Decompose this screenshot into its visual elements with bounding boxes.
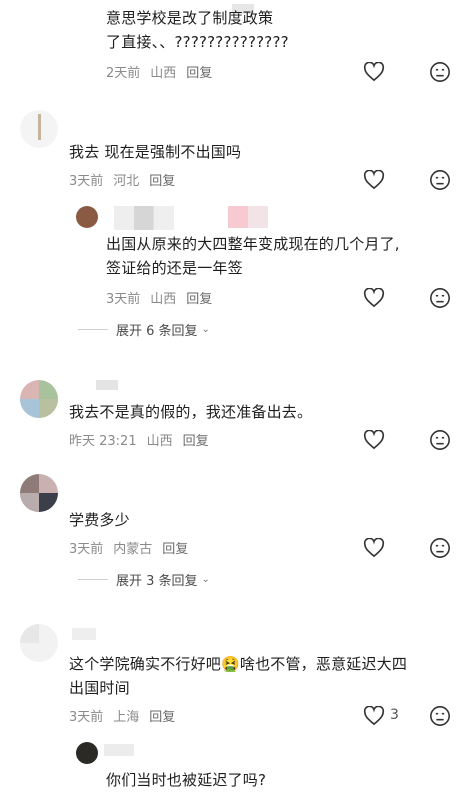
sad-face-icon xyxy=(430,538,450,558)
like-button[interactable] xyxy=(362,704,386,728)
comment-text: 意思学校是改了制度政策 了直接、、?????????????? xyxy=(106,9,289,51)
comment-text: 我去 现在是强制不出国吗 xyxy=(69,143,242,161)
divider xyxy=(78,329,108,330)
heart-outline-icon xyxy=(363,170,385,190)
comment-meta: 3天前 河北 回复 xyxy=(69,170,175,189)
comment-location: 山西 xyxy=(150,66,177,81)
avatar[interactable] xyxy=(20,624,58,662)
like-button[interactable] xyxy=(362,168,386,192)
comment-time: 2天前 xyxy=(106,66,141,81)
sad-face-icon xyxy=(430,170,450,190)
comment-text: 这个学院确实不行好吧🤮啥也不管，恶意延迟大四 出国时间 xyxy=(69,655,408,697)
comment-text: 我去不是真的假的，我还准备出去。 xyxy=(69,403,313,421)
comment-time: 3天前 xyxy=(106,292,141,307)
divider xyxy=(78,579,108,580)
avatar[interactable] xyxy=(76,206,98,228)
comment-location: 内蒙古 xyxy=(113,542,153,557)
like-button[interactable] xyxy=(362,286,386,310)
expand-label: 展开 6 条回复 xyxy=(116,324,198,339)
like-button[interactable] xyxy=(362,428,386,452)
heart-outline-icon xyxy=(363,288,385,308)
avatar[interactable] xyxy=(76,742,98,764)
blurred-username xyxy=(104,744,134,756)
comment-meta: 3天前 内蒙古 回复 xyxy=(69,538,188,557)
sad-face-icon xyxy=(430,62,450,82)
comment-meta: 3天前 山西 回复 xyxy=(106,288,212,307)
blurred-username xyxy=(114,206,174,230)
sad-face-icon xyxy=(430,706,450,726)
comment-time: 昨天 23:21 xyxy=(69,434,137,449)
heart-outline-icon xyxy=(363,430,385,450)
comment-meta: 昨天 23:21 山西 回复 xyxy=(69,430,209,449)
dislike-button[interactable] xyxy=(428,60,452,84)
expand-replies-button[interactable]: 展开 3 条回复 ⌄ xyxy=(78,570,210,589)
expand-label: 展开 3 条回复 xyxy=(116,574,198,589)
avatar[interactable] xyxy=(20,110,58,148)
reply-button[interactable]: 回复 xyxy=(149,706,175,725)
comment-meta: 3天前 上海 回复 xyxy=(69,706,175,725)
chevron-down-icon: ⌄ xyxy=(201,324,210,335)
dislike-button[interactable] xyxy=(428,704,452,728)
comment-text: 你们当时也被延迟了吗? xyxy=(106,771,267,789)
heart-outline-icon xyxy=(363,62,385,82)
comment-location: 山西 xyxy=(146,434,173,449)
blurred-badge xyxy=(228,206,268,228)
dislike-button[interactable] xyxy=(428,428,452,452)
sad-face-icon xyxy=(430,430,450,450)
dislike-button[interactable] xyxy=(428,536,452,560)
comment-time: 3天前 xyxy=(69,542,104,557)
like-button[interactable] xyxy=(362,536,386,560)
comment-location: 上海 xyxy=(113,710,140,725)
blurred-username xyxy=(72,628,96,640)
dislike-button[interactable] xyxy=(428,168,452,192)
comment-meta: 2天前 山西 回复 xyxy=(106,62,212,81)
reply-button[interactable]: 回复 xyxy=(183,430,209,449)
comment-text: 学费多少 xyxy=(69,511,130,529)
chevron-down-icon: ⌄ xyxy=(201,574,210,585)
reply-button[interactable]: 回复 xyxy=(186,62,212,81)
like-count: 3 xyxy=(390,707,399,723)
avatar[interactable] xyxy=(20,474,58,512)
expand-replies-button[interactable]: 展开 6 条回复 ⌄ xyxy=(78,320,210,339)
comment-location: 河北 xyxy=(113,174,140,189)
reply-button[interactable]: 回复 xyxy=(162,538,188,557)
comment-time: 3天前 xyxy=(69,174,104,189)
reply-button[interactable]: 回复 xyxy=(186,288,212,307)
heart-outline-icon xyxy=(363,706,385,726)
comment-location: 山西 xyxy=(150,292,177,307)
comment-text: 出国从原来的大四整年变成现在的几个月了, 签证给的还是一年签 xyxy=(106,235,400,277)
sad-face-icon xyxy=(430,288,450,308)
comment-time: 3天前 xyxy=(69,710,104,725)
like-button[interactable] xyxy=(362,60,386,84)
reply-button[interactable]: 回复 xyxy=(149,170,175,189)
avatar[interactable] xyxy=(20,380,58,418)
dislike-button[interactable] xyxy=(428,286,452,310)
heart-outline-icon xyxy=(363,538,385,558)
blurred-username xyxy=(96,380,118,390)
